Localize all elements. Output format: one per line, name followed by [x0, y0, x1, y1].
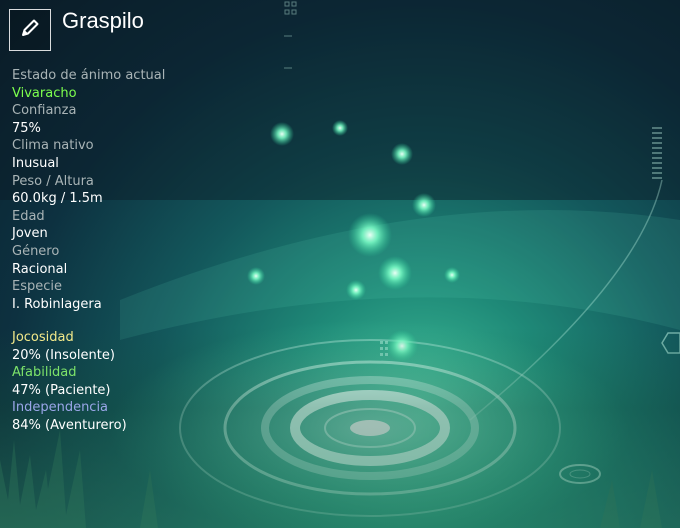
edit-name-button[interactable] [9, 9, 51, 51]
trait-label: Afabilidad [12, 365, 77, 381]
trait-value: 47% (Paciente) [12, 382, 111, 398]
stat-label: Especie [12, 279, 62, 295]
trait-label: Jocosidad [12, 330, 74, 345]
stat-value: Vivaracho [12, 85, 77, 101]
stat-species: Especie I. Robinlagera [12, 278, 165, 313]
stat-value: 60.0kg / 1.5m [12, 191, 103, 207]
stat-value: I. Robinlagera [12, 296, 102, 312]
stat-gender: Género Racional [12, 243, 165, 278]
stat-label: Peso / Altura [12, 173, 94, 189]
trait-friendliness: Afabilidad 47% (Paciente) [12, 364, 127, 399]
stat-label: Género [12, 243, 60, 259]
trait-playfulness: Jocosidad 20% (Insolente) [12, 329, 127, 364]
stat-label: Estado de ánimo actual [12, 68, 166, 83]
character-name: Graspilo [62, 8, 144, 33]
traits-panel: Jocosidad 20% (Insolente) Afabilidad 47%… [12, 329, 127, 435]
stat-label: Confianza [12, 103, 77, 119]
stat-value: Joven [12, 226, 48, 242]
trait-value: 84% (Aventurero) [12, 417, 127, 433]
stat-label: Clima nativo [12, 138, 94, 154]
stat-mood: Estado de ánimo actual Vivaracho [12, 67, 165, 102]
stats-panel: Estado de ánimo actual Vivaracho Confian… [12, 67, 165, 313]
stat-value: Inusual [12, 155, 59, 171]
stat-value: 75% [12, 120, 41, 136]
stat-age: Edad Joven [12, 208, 165, 243]
stat-confidence: Confianza 75% [12, 102, 165, 137]
pencil-icon [19, 17, 41, 43]
stat-weight-height: Peso / Altura 60.0kg / 1.5m [12, 173, 165, 208]
stat-climate: Clima nativo Inusual [12, 137, 165, 172]
stat-value: Racional [12, 261, 68, 277]
trait-label: Independencia [12, 400, 109, 416]
trait-independence: Independencia 84% (Aventurero) [12, 399, 127, 434]
stat-label: Edad [12, 208, 45, 224]
trait-value: 20% (Insolente) [12, 347, 115, 363]
